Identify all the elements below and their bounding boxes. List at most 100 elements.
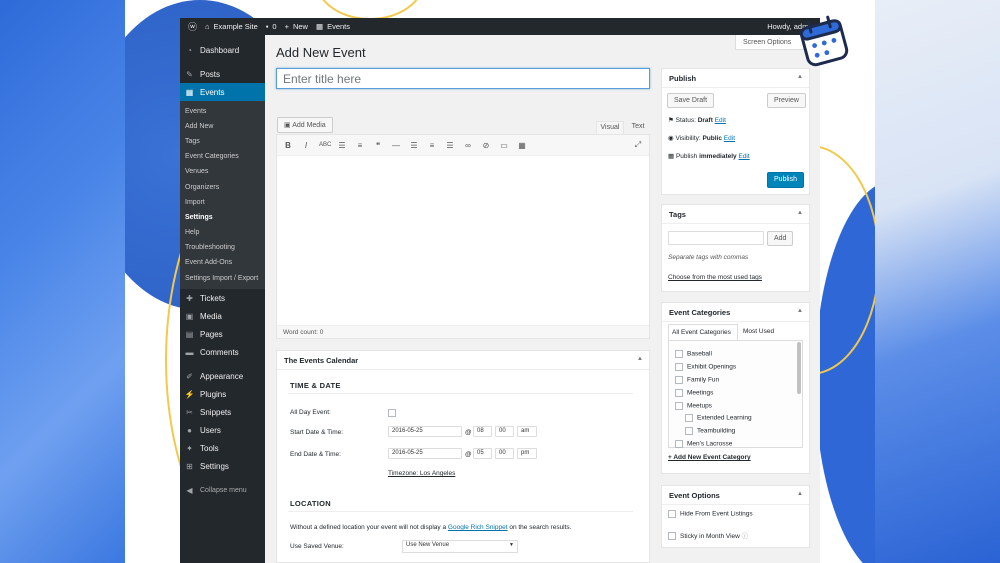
- all-day-checkbox[interactable]: [388, 408, 400, 417]
- fullscreen-icon[interactable]: ⤢: [633, 140, 643, 150]
- collapse-arrow-icon[interactable]: ▲: [637, 356, 643, 362]
- submenu-tags[interactable]: Tags: [180, 134, 265, 149]
- read-more-icon[interactable]: ▭: [499, 141, 509, 150]
- submenu-add-new[interactable]: Add New: [180, 119, 265, 134]
- unlink-icon[interactable]: ⊘: [481, 141, 491, 150]
- edit-status-link[interactable]: Edit: [715, 117, 726, 124]
- hide-from-listings-option[interactable]: Hide From Event Listings: [668, 510, 753, 518]
- submenu-venues[interactable]: Venues: [180, 165, 265, 180]
- end-hour-select[interactable]: 05: [473, 448, 492, 459]
- tab-visual[interactable]: Visual: [596, 121, 624, 134]
- edit-visibility-link[interactable]: Edit: [724, 135, 735, 142]
- add-new-category-link[interactable]: + Add New Event Category: [668, 454, 751, 461]
- horizontal-rule-icon[interactable]: —: [391, 141, 401, 150]
- event-options-header[interactable]: Event Options ▲: [662, 486, 809, 505]
- category-item[interactable]: Men's Lacrosse: [675, 440, 732, 448]
- category-subitem[interactable]: Extended Learning: [685, 414, 752, 422]
- collapse-arrow-icon[interactable]: ▲: [797, 308, 803, 314]
- italic-icon[interactable]: I: [301, 141, 311, 150]
- submenu-event-categories[interactable]: Event Categories: [180, 150, 265, 165]
- tab-text[interactable]: Text: [626, 121, 650, 134]
- bullet-list-icon[interactable]: ☰: [337, 141, 347, 150]
- submenu-event-add-ons[interactable]: Event Add-Ons: [180, 256, 265, 271]
- wordpress-logo-icon[interactable]: ⓦ: [188, 20, 197, 33]
- quote-icon[interactable]: ❝: [373, 141, 383, 150]
- most-used-tags-link[interactable]: Choose from the most used tags: [668, 274, 762, 281]
- menu-snippets[interactable]: ✂ Snippets: [180, 403, 265, 421]
- end-ampm-select[interactable]: pm: [517, 448, 537, 459]
- scrollbar[interactable]: [797, 342, 801, 394]
- start-date-input[interactable]: 2016-05-25: [388, 426, 462, 437]
- menu-plugins[interactable]: ⚡ Plugins: [180, 385, 265, 403]
- align-right-icon[interactable]: ☰: [445, 141, 455, 150]
- editor-toolbar: B I ABC ☰ ≡ ❝ — ☰ ≡ ☰ ∞ ⊘ ▭ ▦ ⤢: [277, 135, 649, 156]
- preview-button[interactable]: Preview: [767, 93, 806, 108]
- submenu-import[interactable]: Import: [180, 195, 265, 210]
- submenu-events[interactable]: Events: [180, 104, 265, 119]
- strikethrough-icon[interactable]: ABC: [319, 142, 331, 148]
- link-icon[interactable]: ∞: [463, 141, 473, 150]
- start-ampm-select[interactable]: am: [517, 426, 537, 437]
- calendar-icon: ▦: [668, 153, 676, 160]
- menu-users[interactable]: ● Users: [180, 421, 265, 439]
- collapse-menu[interactable]: ◀ Collapse menu: [180, 481, 265, 499]
- dashboard-icon: ◔: [187, 45, 192, 55]
- menu-posts[interactable]: ✎ Posts: [180, 65, 265, 83]
- start-hour-select[interactable]: 08: [473, 426, 492, 437]
- align-left-icon[interactable]: ☰: [409, 141, 419, 150]
- menu-tickets[interactable]: ✚ Tickets: [180, 289, 265, 307]
- sticky-month-view-option[interactable]: Sticky in Month View ⓘ: [668, 530, 749, 541]
- comments-link[interactable]: ▪ 0: [266, 22, 277, 31]
- new-content-link[interactable]: + New: [285, 22, 308, 31]
- site-name-link[interactable]: ⌂ Example Site: [205, 22, 258, 31]
- category-item[interactable]: Exhibit Openings: [675, 363, 736, 371]
- help-icon[interactable]: ⓘ: [742, 533, 749, 540]
- start-minute-select[interactable]: 00: [495, 426, 514, 437]
- rich-snippet-link[interactable]: Google Rich Snippet: [448, 524, 508, 531]
- timezone-link[interactable]: Timezone: Los Angeles: [388, 470, 455, 477]
- publish-header[interactable]: Publish ▲: [662, 69, 809, 88]
- menu-tools[interactable]: ✦ Tools: [180, 439, 265, 457]
- collapse-arrow-icon[interactable]: ▲: [797, 74, 803, 80]
- venue-select[interactable]: Use New Venue ▼: [402, 540, 518, 553]
- submenu-settings[interactable]: Settings: [180, 210, 265, 225]
- events-calendar-header[interactable]: The Events Calendar ▲: [277, 351, 649, 370]
- submenu-troubleshooting[interactable]: Troubleshooting: [180, 241, 265, 256]
- category-subitem[interactable]: Teambuilding: [685, 427, 735, 435]
- events-link[interactable]: ▦ Events: [316, 22, 350, 31]
- add-tag-button[interactable]: Add: [767, 231, 794, 246]
- add-media-button[interactable]: ▣ Add Media: [277, 117, 333, 133]
- tag-input[interactable]: [668, 231, 764, 245]
- menu-media[interactable]: ▣ Media: [180, 307, 265, 325]
- tab-all-categories[interactable]: All Event Categories: [668, 324, 738, 340]
- menu-settings[interactable]: ⊞ Settings: [180, 457, 265, 475]
- menu-events[interactable]: ▦ Events: [180, 83, 265, 101]
- bold-icon[interactable]: B: [283, 141, 293, 150]
- category-item[interactable]: Family Fun: [675, 376, 719, 384]
- end-date-input[interactable]: 2016-05-25: [388, 448, 462, 459]
- submenu-organizers[interactable]: Organizers: [180, 180, 265, 195]
- collapse-arrow-icon[interactable]: ▲: [797, 210, 803, 216]
- category-item[interactable]: Meetings: [675, 389, 713, 397]
- event-categories-header[interactable]: Event Categories ▲: [662, 303, 809, 322]
- publish-button[interactable]: Publish: [767, 172, 804, 188]
- save-draft-button[interactable]: Save Draft: [667, 93, 715, 108]
- submenu-help[interactable]: Help: [180, 226, 265, 241]
- collapse-arrow-icon[interactable]: ▲: [797, 491, 803, 497]
- edit-publish-time-link[interactable]: Edit: [738, 153, 749, 160]
- tab-most-used[interactable]: Most Used: [743, 328, 774, 335]
- tags-header[interactable]: Tags ▲: [662, 205, 809, 224]
- menu-comments[interactable]: ▬ Comments: [180, 343, 265, 361]
- category-item[interactable]: Baseball: [675, 350, 712, 358]
- menu-dashboard[interactable]: ◔ Dashboard: [180, 41, 265, 59]
- align-center-icon[interactable]: ≡: [427, 141, 437, 150]
- toolbar-toggle-icon[interactable]: ▦: [517, 141, 527, 150]
- menu-appearance[interactable]: ✐ Appearance: [180, 367, 265, 385]
- submenu-settings-import-export[interactable]: Settings Import / Export: [180, 271, 265, 286]
- content-editor[interactable]: B I ABC ☰ ≡ ❝ — ☰ ≡ ☰ ∞ ⊘ ▭ ▦ ⤢ Word cou…: [276, 134, 650, 339]
- menu-pages[interactable]: ▤ Pages: [180, 325, 265, 343]
- event-title-input[interactable]: Enter title here: [276, 68, 650, 89]
- end-minute-select[interactable]: 00: [495, 448, 514, 459]
- category-item[interactable]: Meetups: [675, 402, 712, 410]
- numbered-list-icon[interactable]: ≡: [355, 141, 365, 150]
